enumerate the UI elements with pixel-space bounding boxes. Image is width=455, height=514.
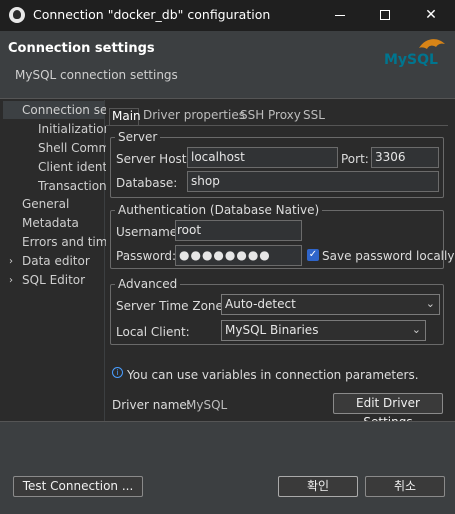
mysql-logo-text: MySQL <box>384 52 438 68</box>
tree-item-transactions[interactable]: Transactions <box>38 179 113 193</box>
driver-name-value: MySQL <box>186 398 228 412</box>
tree-item-connection-settings[interactable]: Connection se <box>22 103 107 117</box>
server-group-title: Server <box>118 130 158 144</box>
driver-name-label: Driver name: <box>112 398 191 412</box>
minimize-icon <box>335 14 345 16</box>
server-host-label: Server Host: <box>116 152 191 166</box>
mysql-logo: MySQL <box>384 39 445 68</box>
server-timezone-label: Server Time Zone: <box>116 299 227 313</box>
authentication-group-title: Authentication (Database Native) <box>118 203 320 217</box>
page-subtitle: MySQL connection settings <box>15 68 178 82</box>
tree-item-initialization[interactable]: Initialization <box>38 122 111 136</box>
tree-item-shell-commands[interactable]: Shell Comm <box>38 141 110 155</box>
tree-item-sql-editor[interactable]: SQL Editor <box>22 273 85 287</box>
tree-item-errors-and-timeouts[interactable]: Errors and time <box>22 235 115 249</box>
server-host-input[interactable]: localhost <box>187 147 338 168</box>
tree-item-metadata[interactable]: Metadata <box>22 216 79 230</box>
save-password-checkbox[interactable]: ✓ <box>307 249 319 261</box>
tab-ssl[interactable]: SSL <box>303 108 325 126</box>
local-client-label: Local Client: <box>116 325 190 339</box>
tab-driver-properties[interactable]: Driver properties <box>143 108 245 126</box>
chevron-down-icon: ⌄ <box>411 323 421 336</box>
app-icon <box>9 7 25 23</box>
password-input[interactable]: ●●●●●●●● <box>175 245 302 266</box>
window-title: Connection "docker_db" configuration <box>33 7 271 22</box>
server-timezone-select[interactable]: Auto-detect ⌄ <box>221 294 440 315</box>
username-input[interactable]: root <box>175 220 302 241</box>
tree-item-data-editor[interactable]: Data editor <box>22 254 90 268</box>
tab-divider <box>106 125 448 126</box>
tree-item-general[interactable]: General <box>22 197 69 211</box>
footer-bar <box>0 422 455 514</box>
expand-arrow-icon[interactable]: › <box>9 256 13 267</box>
tab-ssh[interactable]: SSH <box>240 108 264 126</box>
tab-main[interactable]: Main <box>109 108 141 126</box>
test-connection-button[interactable]: Test Connection ... <box>13 476 143 497</box>
tab-proxy[interactable]: Proxy <box>268 108 301 126</box>
local-client-select[interactable]: MySQL Binaries ⌄ <box>221 320 426 341</box>
close-button[interactable]: ✕ <box>408 0 454 31</box>
password-label: Password: <box>116 249 177 263</box>
port-input[interactable]: 3306 <box>371 147 439 168</box>
ok-button[interactable]: 확인 <box>278 476 358 497</box>
maximize-icon <box>380 10 390 20</box>
info-icon: i <box>112 367 123 378</box>
advanced-group-title: Advanced <box>118 277 178 291</box>
port-label: Port: <box>341 152 369 166</box>
close-icon: ✕ <box>425 7 437 23</box>
username-label: Username: <box>116 225 182 239</box>
maximize-button[interactable] <box>362 0 408 31</box>
cancel-button[interactable]: 취소 <box>365 476 445 497</box>
database-label: Database: <box>116 176 178 190</box>
page-title: Connection settings <box>8 41 155 56</box>
variables-info-text: You can use variables in connection para… <box>127 368 419 382</box>
edit-driver-settings-button[interactable]: Edit Driver Settings <box>333 393 443 429</box>
chevron-down-icon: ⌄ <box>425 297 435 310</box>
expand-arrow-icon[interactable]: › <box>9 275 13 286</box>
minimize-button[interactable] <box>317 0 363 31</box>
tree-item-client-identification[interactable]: Client identi <box>38 160 111 174</box>
database-input[interactable]: shop <box>187 171 439 192</box>
server-timezone-value: Auto-detect <box>225 297 296 311</box>
local-client-value: MySQL Binaries <box>225 323 319 337</box>
save-password-label[interactable]: Save password locally <box>322 249 454 263</box>
